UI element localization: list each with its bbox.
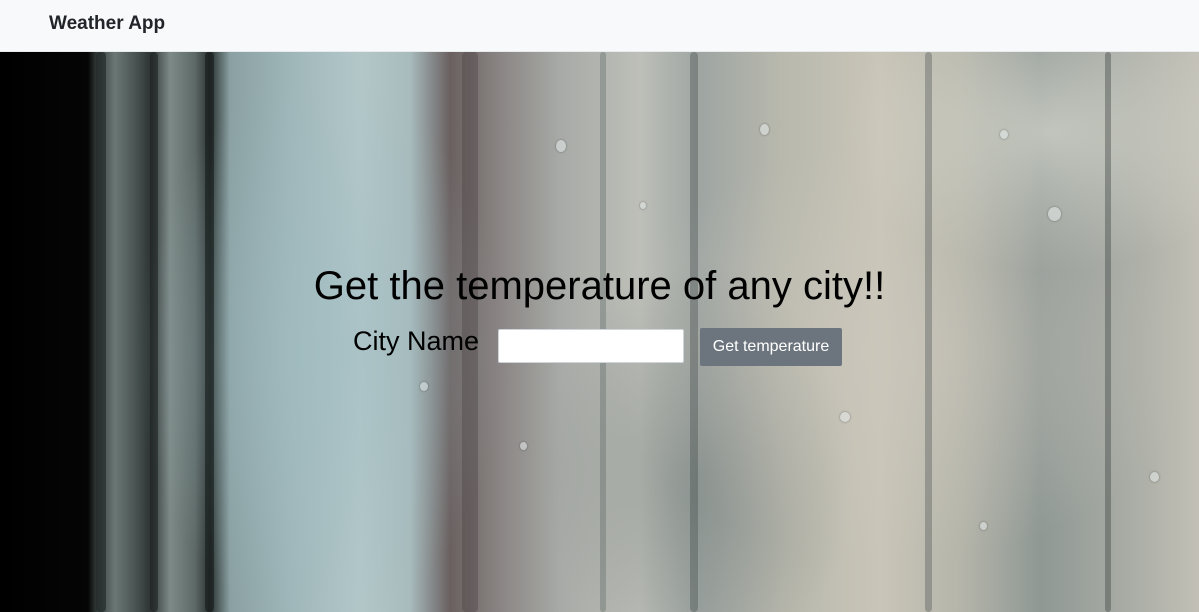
rain-streak [1105, 52, 1111, 612]
rain-streak [925, 52, 932, 612]
city-name-input[interactable] [498, 329, 684, 363]
raindrop [840, 412, 850, 422]
window-frame-streak [96, 52, 106, 612]
raindrop [1150, 472, 1159, 482]
rain-streak [690, 52, 698, 612]
raindrop [420, 382, 428, 391]
brand-link[interactable]: Weather App [49, 13, 165, 35]
raindrop [1048, 207, 1061, 221]
raindrop [520, 442, 527, 450]
raindrop [556, 140, 566, 152]
hero-background: Get the temperature of any city!! City N… [0, 52, 1199, 612]
raindrop [760, 124, 769, 135]
raindrop [1000, 130, 1008, 139]
navbar: Weather App [0, 0, 1199, 52]
window-frame-streak [205, 52, 214, 612]
raindrop [980, 522, 987, 530]
page-heading: Get the temperature of any city!! [313, 264, 886, 308]
city-name-label: City Name [353, 326, 480, 356]
raindrop [640, 202, 646, 209]
get-temperature-button[interactable]: Get temperature [700, 328, 842, 366]
window-frame-streak [150, 52, 158, 612]
